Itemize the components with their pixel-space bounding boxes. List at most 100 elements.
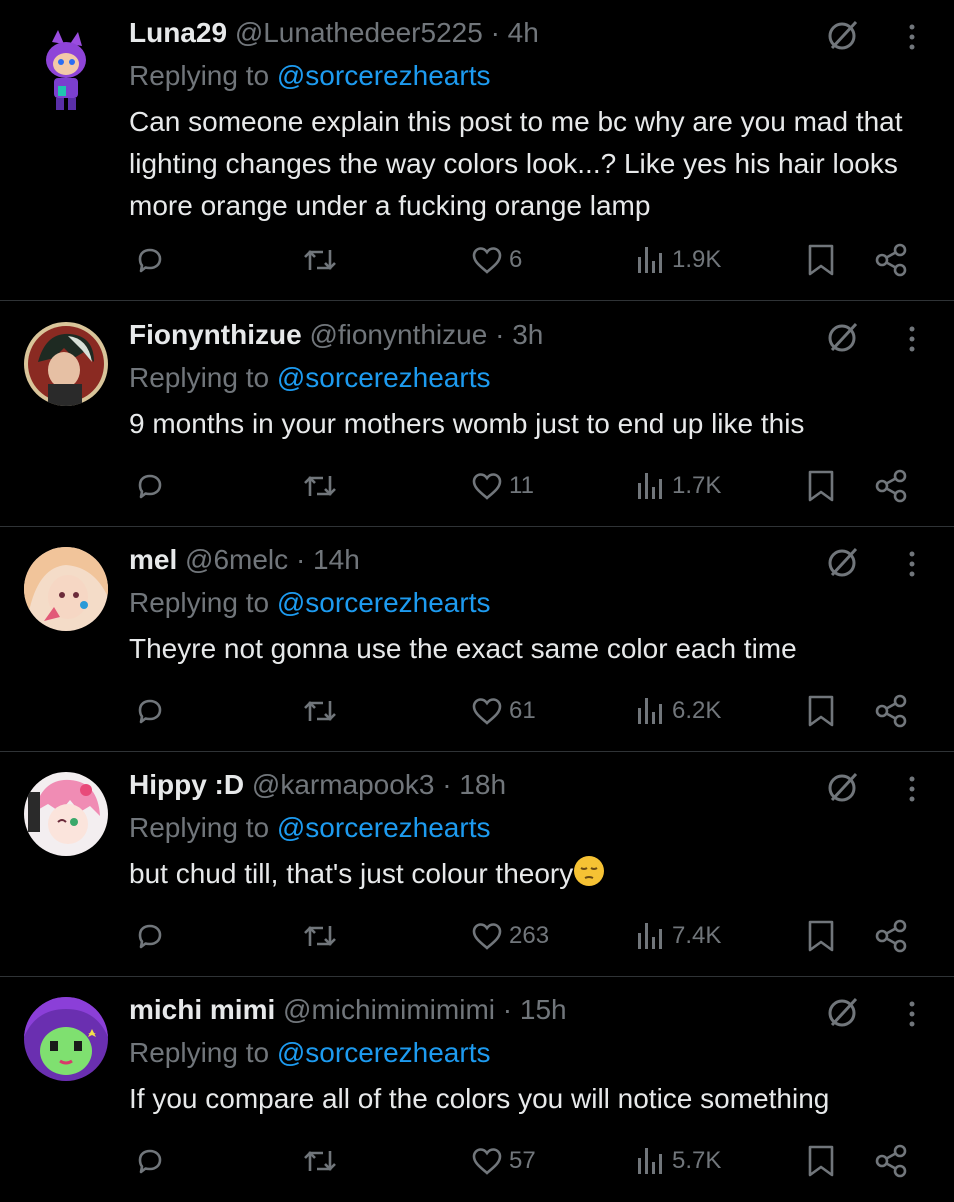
view-count: 7.4K	[672, 922, 722, 949]
share-button[interactable]	[874, 912, 908, 960]
avatar[interactable]	[24, 322, 108, 406]
retweet-button[interactable]	[302, 462, 338, 510]
bookmark-icon	[808, 695, 834, 727]
avatar[interactable]	[24, 547, 108, 631]
action-bar: 6 1.9K	[0, 236, 954, 284]
more-icon[interactable]	[898, 999, 926, 1029]
bookmark-button[interactable]	[806, 236, 836, 284]
retweet-icon	[304, 701, 336, 721]
tweet-item[interactable]: Hippy :D @karmapook3 · 18h Replying to @…	[0, 752, 954, 977]
timestamp[interactable]: 18h	[459, 769, 506, 800]
share-button[interactable]	[874, 236, 908, 284]
user-handle[interactable]: @michimimimimi	[283, 994, 495, 1025]
timestamp[interactable]: 15h	[520, 994, 567, 1025]
avatar[interactable]	[24, 772, 108, 856]
retweet-button[interactable]	[302, 1137, 338, 1185]
separator-dot: ·	[502, 994, 513, 1025]
bookmark-icon	[808, 244, 834, 276]
more-icon[interactable]	[898, 324, 926, 354]
more-icon[interactable]	[898, 22, 926, 52]
user-handle[interactable]: @Lunathedeer5225	[235, 17, 483, 48]
tweet-text: 9 months in your mothers womb just to en…	[129, 408, 805, 439]
tweet-header: Fionynthizue @fionynthizue · 3h	[129, 318, 543, 352]
replying-to: Replying to @sorcerezhearts	[129, 811, 490, 845]
bookmark-button[interactable]	[806, 687, 836, 735]
replying-to: Replying to @sorcerezhearts	[129, 1036, 490, 1070]
timestamp[interactable]: 4h	[508, 17, 539, 48]
like-button[interactable]: 61	[471, 687, 536, 735]
display-name[interactable]: mel	[129, 544, 177, 575]
separator-dot: ·	[490, 17, 500, 48]
display-name[interactable]: Luna29	[129, 17, 227, 48]
user-handle[interactable]: @6melc	[185, 544, 288, 575]
pensive-face-icon	[573, 855, 605, 899]
grok-icon[interactable]	[826, 770, 860, 804]
tweet-item[interactable]: Fionynthizue @fionynthizue · 3h Replying…	[0, 302, 954, 527]
views-button[interactable]: 5.7K	[636, 1137, 721, 1185]
display-name[interactable]: Hippy :D	[129, 769, 244, 800]
views-button[interactable]: 1.9K	[636, 236, 721, 284]
tweet-item[interactable]: Luna29 @Lunathedeer5225 · 4h Replying to…	[0, 0, 954, 301]
grok-icon[interactable]	[826, 18, 860, 52]
divider	[0, 300, 954, 301]
more-icon[interactable]	[898, 774, 926, 804]
like-button[interactable]: 11	[471, 462, 534, 510]
like-count: 57	[509, 1147, 536, 1174]
share-icon	[875, 1144, 907, 1178]
reply-icon	[138, 474, 162, 499]
mention-link[interactable]: @sorcerezhearts	[277, 362, 491, 393]
bookmark-button[interactable]	[806, 462, 836, 510]
grok-icon[interactable]	[826, 320, 860, 354]
views-button[interactable]: 6.2K	[636, 687, 721, 735]
user-handle[interactable]: @fionynthizue	[309, 319, 487, 350]
share-button[interactable]	[874, 462, 908, 510]
mention-link[interactable]: @sorcerezhearts	[277, 1037, 491, 1068]
reply-button[interactable]	[134, 687, 166, 735]
like-button[interactable]: 57	[471, 1137, 536, 1185]
grok-icon[interactable]	[826, 995, 860, 1029]
tweet-header: michi mimi @michimimimimi · 15h	[129, 993, 567, 1027]
like-button[interactable]: 263	[471, 912, 549, 960]
bookmark-icon	[808, 1145, 834, 1177]
grok-icon[interactable]	[826, 545, 860, 579]
tweet-item[interactable]: mel @6melc · 14h Replying to @sorcerezhe…	[0, 527, 954, 752]
views-button[interactable]: 1.7K	[636, 462, 721, 510]
avatar[interactable]	[24, 28, 108, 112]
replying-to: Replying to @sorcerezhearts	[129, 586, 490, 620]
user-handle[interactable]: @karmapook3	[252, 769, 435, 800]
heart-icon	[472, 1148, 502, 1175]
views-icon	[638, 247, 662, 273]
avatar[interactable]	[24, 997, 108, 1081]
reply-button[interactable]	[134, 1137, 166, 1185]
tweet-header: Hippy :D @karmapook3 · 18h	[129, 768, 506, 802]
mention-link[interactable]: @sorcerezhearts	[277, 60, 491, 91]
mention-link[interactable]: @sorcerezhearts	[277, 812, 491, 843]
more-icon[interactable]	[898, 549, 926, 579]
retweet-icon	[304, 250, 336, 270]
bookmark-button[interactable]	[806, 1137, 836, 1185]
mention-link[interactable]: @sorcerezhearts	[277, 587, 491, 618]
replying-label: Replying to	[129, 587, 270, 618]
share-button[interactable]	[874, 687, 908, 735]
reply-icon	[138, 248, 162, 273]
display-name[interactable]: Fionynthizue	[129, 319, 302, 350]
views-icon	[638, 698, 662, 724]
share-button[interactable]	[874, 1137, 908, 1185]
tweet-text: If you compare all of the colors you wil…	[129, 1083, 830, 1114]
like-count: 61	[509, 697, 536, 724]
display-name[interactable]: michi mimi	[129, 994, 275, 1025]
reply-button[interactable]	[134, 912, 166, 960]
tweet-item[interactable]: michi mimi @michimimimimi · 15h Replying…	[0, 977, 954, 1202]
like-button[interactable]: 6	[471, 236, 522, 284]
retweet-button[interactable]	[302, 912, 338, 960]
action-bar: 61 6.2K	[0, 687, 954, 735]
reply-button[interactable]	[134, 236, 166, 284]
timestamp[interactable]: 14h	[313, 544, 360, 575]
retweet-button[interactable]	[302, 687, 338, 735]
timestamp[interactable]: 3h	[512, 319, 543, 350]
views-button[interactable]: 7.4K	[636, 912, 721, 960]
view-count: 5.7K	[672, 1147, 722, 1174]
bookmark-button[interactable]	[806, 912, 836, 960]
retweet-button[interactable]	[302, 236, 338, 284]
reply-button[interactable]	[134, 462, 166, 510]
